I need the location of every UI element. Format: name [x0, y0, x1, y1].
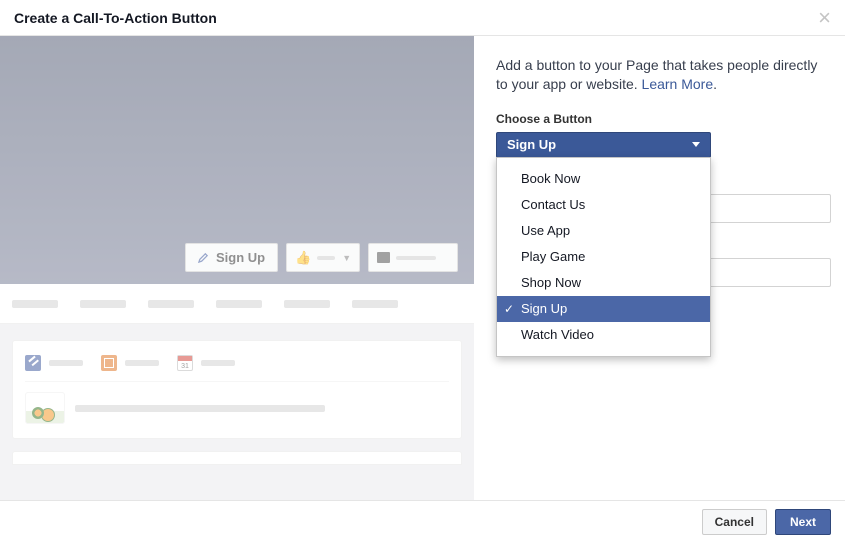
learn-more-link[interactable]: Learn More [642, 76, 714, 92]
page-avatar [25, 392, 65, 424]
config-panel: Add a button to your Page that takes peo… [474, 36, 845, 500]
dropdown-option[interactable]: Use App [497, 218, 710, 244]
dialog-header: Create a Call-To-Action Button × [0, 0, 845, 36]
close-icon[interactable]: × [818, 7, 831, 29]
dropdown-option[interactable]: Contact Us [497, 192, 710, 218]
pencil-icon [198, 252, 209, 263]
preview-message-button [368, 243, 458, 272]
thumb-up-icon: 👍 [295, 250, 311, 266]
button-type-dropdown[interactable]: Sign Up Book NowContact UsUse AppPlay Ga… [496, 132, 711, 158]
calendar-icon [177, 355, 193, 371]
dropdown-option[interactable]: Book Now [497, 166, 710, 192]
dropdown-option[interactable]: Shop Now [497, 270, 710, 296]
preview-tabs [0, 284, 474, 324]
dropdown-menu: Book NowContact UsUse AppPlay GameShop N… [496, 157, 711, 357]
photo-icon [101, 355, 117, 371]
dropdown-selected[interactable]: Sign Up [496, 132, 711, 158]
intro-text: Add a button to your Page that takes peo… [496, 56, 821, 94]
choose-button-label: Choose a Button [496, 112, 821, 126]
dialog-footer: Cancel Next [0, 500, 845, 542]
preview-like-button: 👍 ▼ [286, 243, 360, 272]
preview-composer-card [12, 340, 462, 439]
cover-photo-placeholder: Sign Up 👍 ▼ [0, 36, 474, 284]
cancel-button[interactable]: Cancel [702, 509, 767, 535]
page-preview: Sign Up 👍 ▼ [0, 36, 474, 500]
next-button[interactable]: Next [775, 509, 831, 535]
dropdown-option[interactable]: Sign Up [497, 296, 710, 322]
preview-cta-label: Sign Up [216, 250, 265, 265]
dialog-title: Create a Call-To-Action Button [14, 10, 217, 26]
preview-feed-card [12, 451, 462, 465]
status-icon [25, 355, 41, 371]
chevron-down-icon: ▼ [342, 253, 351, 263]
preview-cta-button: Sign Up [185, 243, 278, 272]
chevron-down-icon [692, 142, 700, 147]
dropdown-option[interactable]: Watch Video [497, 322, 710, 348]
chat-icon [377, 252, 390, 263]
dropdown-option[interactable]: Play Game [497, 244, 710, 270]
